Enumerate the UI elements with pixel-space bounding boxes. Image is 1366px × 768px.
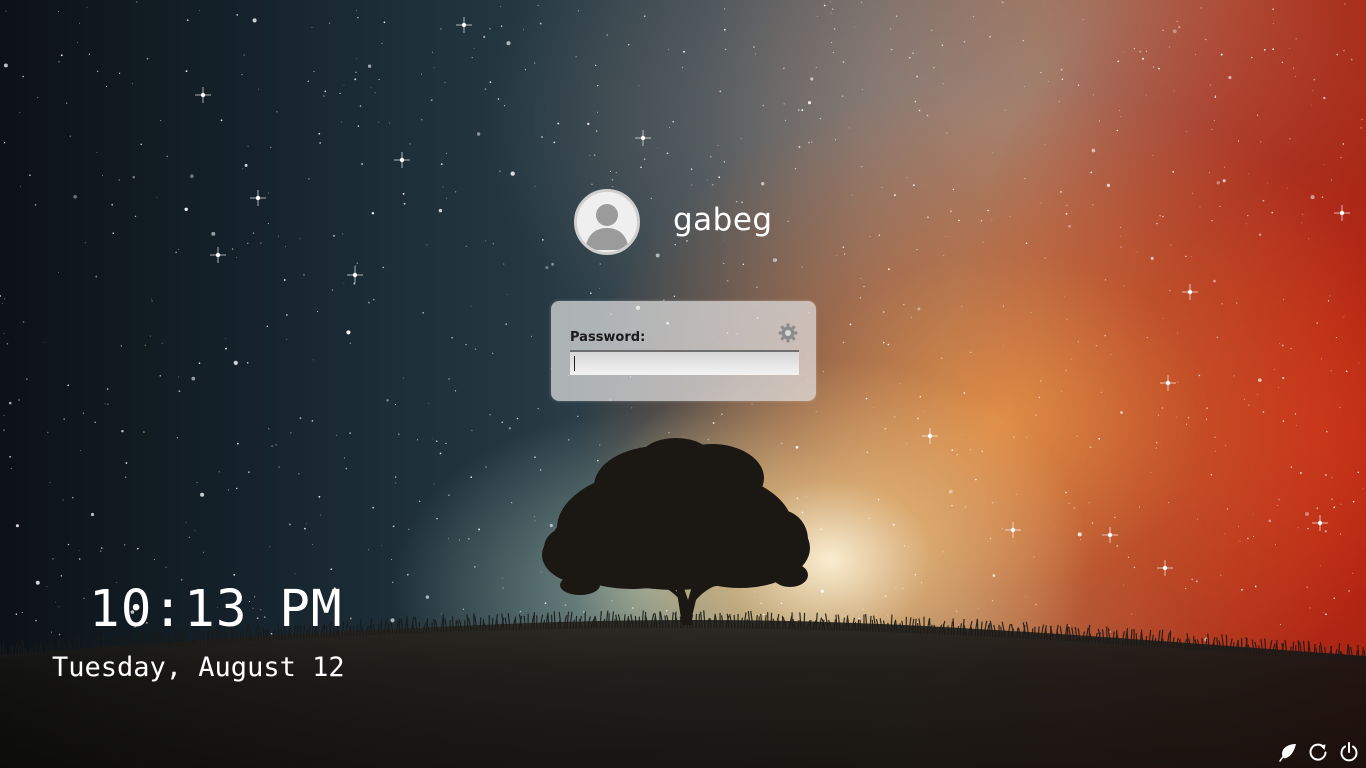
user-avatar [574,189,640,255]
gear-icon[interactable] [777,322,799,344]
restart-button[interactable] [1307,741,1329,763]
password-label: Password: [570,330,646,345]
user-name: gabeg [673,202,773,238]
clock-time: 10:13 PM [89,580,343,639]
shutdown-button[interactable] [1338,741,1360,763]
suspend-button[interactable] [1277,741,1299,763]
clock-date: Tuesday, August 12 [52,652,345,683]
leaf-icon [1279,744,1296,762]
restart-icon [1309,743,1327,761]
power-icon [1340,742,1358,762]
default-user-avatar-icon [577,192,637,252]
login-panel: Password: [551,301,816,401]
password-field[interactable] [570,350,799,375]
text-caret [574,356,575,371]
